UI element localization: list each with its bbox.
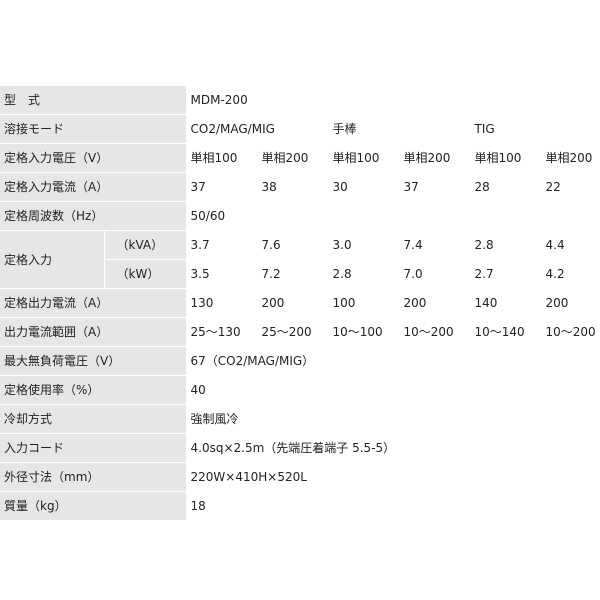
row-input-cord: 入力コード 4.0sq×2.5m（先端圧着端子 5.5-5） bbox=[0, 433, 600, 463]
kva-unit-label: （kVA） bbox=[104, 230, 187, 260]
mode-value: TIG bbox=[470, 114, 600, 144]
rated-voltage-label: 定格入力電圧（V） bbox=[0, 143, 187, 173]
kw-value: 7.2 bbox=[257, 259, 329, 289]
spec-table: 型 式 MDM-200 溶接モード CO2/MAG/MIG 手棒 TIG 定格入… bbox=[0, 86, 600, 521]
rated-current-label: 定格入力電流（A） bbox=[0, 172, 187, 202]
output-range-value: 10～140 bbox=[470, 317, 542, 347]
dimensions-value: 220W×410H×520L bbox=[186, 462, 600, 492]
output-current-value: 200 bbox=[399, 288, 471, 318]
cooling-value: 強制風冷 bbox=[186, 404, 600, 434]
output-current-label: 定格出力電流（A） bbox=[0, 288, 187, 318]
rated-current-value: 38 bbox=[257, 172, 329, 202]
output-range-value: 25～130 bbox=[186, 317, 258, 347]
frequency-label: 定格周波数（Hz） bbox=[0, 201, 187, 231]
frequency-value: 50/60 bbox=[186, 201, 600, 231]
kw-value: 4.2 bbox=[541, 259, 600, 289]
row-output-current: 定格出力電流（A） 130 200 100 200 140 200 bbox=[0, 288, 600, 318]
max-no-load-value: 67（CO2/MAG/MIG） bbox=[186, 346, 600, 376]
output-current-value: 140 bbox=[470, 288, 542, 318]
kva-value: 7.6 bbox=[257, 230, 329, 260]
output-range-value: 10～200 bbox=[541, 317, 600, 347]
rated-input-label: 定格入力 bbox=[0, 230, 105, 289]
input-cord-value: 4.0sq×2.5m（先端圧着端子 5.5-5） bbox=[186, 433, 600, 463]
mass-label: 質量（kg） bbox=[0, 491, 187, 521]
row-rated-input-kva: 定格入力 （kVA） 3.7 7.6 3.0 7.4 2.8 4.4 bbox=[0, 230, 600, 289]
row-cooling: 冷却方式 強制風冷 bbox=[0, 404, 600, 434]
rated-voltage-value: 単相100 bbox=[328, 143, 400, 173]
model-label: 型 式 bbox=[0, 86, 187, 115]
input-cord-label: 入力コード bbox=[0, 433, 187, 463]
rated-current-value: 37 bbox=[399, 172, 471, 202]
max-no-load-label: 最大無負荷電圧（V） bbox=[0, 346, 187, 376]
row-rated-current: 定格入力電流（A） 37 38 30 37 28 22 bbox=[0, 172, 600, 202]
output-range-value: 10～200 bbox=[399, 317, 471, 347]
output-range-value: 25～200 bbox=[257, 317, 329, 347]
cooling-label: 冷却方式 bbox=[0, 404, 187, 434]
rated-current-value: 30 bbox=[328, 172, 400, 202]
rated-voltage-value: 単相200 bbox=[541, 143, 600, 173]
row-frequency: 定格周波数（Hz） 50/60 bbox=[0, 201, 600, 231]
mode-label: 溶接モード bbox=[0, 114, 187, 144]
row-mass: 質量（kg） 18 bbox=[0, 491, 600, 521]
row-model: 型 式 MDM-200 bbox=[0, 86, 600, 115]
output-current-value: 100 bbox=[328, 288, 400, 318]
row-rated-voltage: 定格入力電圧（V） 単相100 単相200 単相100 単相200 単相100 … bbox=[0, 143, 600, 173]
rated-current-value: 22 bbox=[541, 172, 600, 202]
kw-value: 2.8 bbox=[328, 259, 400, 289]
rated-voltage-value: 単相200 bbox=[399, 143, 471, 173]
kva-value: 3.7 bbox=[186, 230, 258, 260]
kw-unit-label: （kW） bbox=[104, 259, 187, 289]
output-range-label: 出力電流範囲（A） bbox=[0, 317, 187, 347]
model-value: MDM-200 bbox=[186, 86, 600, 115]
output-current-value: 130 bbox=[186, 288, 258, 318]
mode-value: 手棒 bbox=[328, 114, 471, 144]
rated-voltage-value: 単相100 bbox=[470, 143, 542, 173]
kva-value: 7.4 bbox=[399, 230, 471, 260]
output-current-value: 200 bbox=[541, 288, 600, 318]
mass-value: 18 bbox=[186, 491, 600, 521]
kva-value: 3.0 bbox=[328, 230, 400, 260]
output-range-value: 10～100 bbox=[328, 317, 400, 347]
row-mode: 溶接モード CO2/MAG/MIG 手棒 TIG bbox=[0, 114, 600, 144]
mode-value: CO2/MAG/MIG bbox=[186, 114, 329, 144]
kva-value: 2.8 bbox=[470, 230, 542, 260]
output-current-value: 200 bbox=[257, 288, 329, 318]
row-output-range: 出力電流範囲（A） 25～130 25～200 10～100 10～200 10… bbox=[0, 317, 600, 347]
kw-value: 7.0 bbox=[399, 259, 471, 289]
duty-cycle-value: 40 bbox=[186, 375, 600, 405]
row-max-no-load: 最大無負荷電圧（V） 67（CO2/MAG/MIG） bbox=[0, 346, 600, 376]
kw-value: 3.5 bbox=[186, 259, 258, 289]
rated-voltage-value: 単相200 bbox=[257, 143, 329, 173]
row-dimensions: 外径寸法（mm） 220W×410H×520L bbox=[0, 462, 600, 492]
duty-cycle-label: 定格使用率（%） bbox=[0, 375, 187, 405]
rated-voltage-value: 単相100 bbox=[186, 143, 258, 173]
rated-current-value: 37 bbox=[186, 172, 258, 202]
rated-current-value: 28 bbox=[470, 172, 542, 202]
kw-value: 2.7 bbox=[470, 259, 542, 289]
row-duty-cycle: 定格使用率（%） 40 bbox=[0, 375, 600, 405]
dimensions-label: 外径寸法（mm） bbox=[0, 462, 187, 492]
kva-value: 4.4 bbox=[541, 230, 600, 260]
